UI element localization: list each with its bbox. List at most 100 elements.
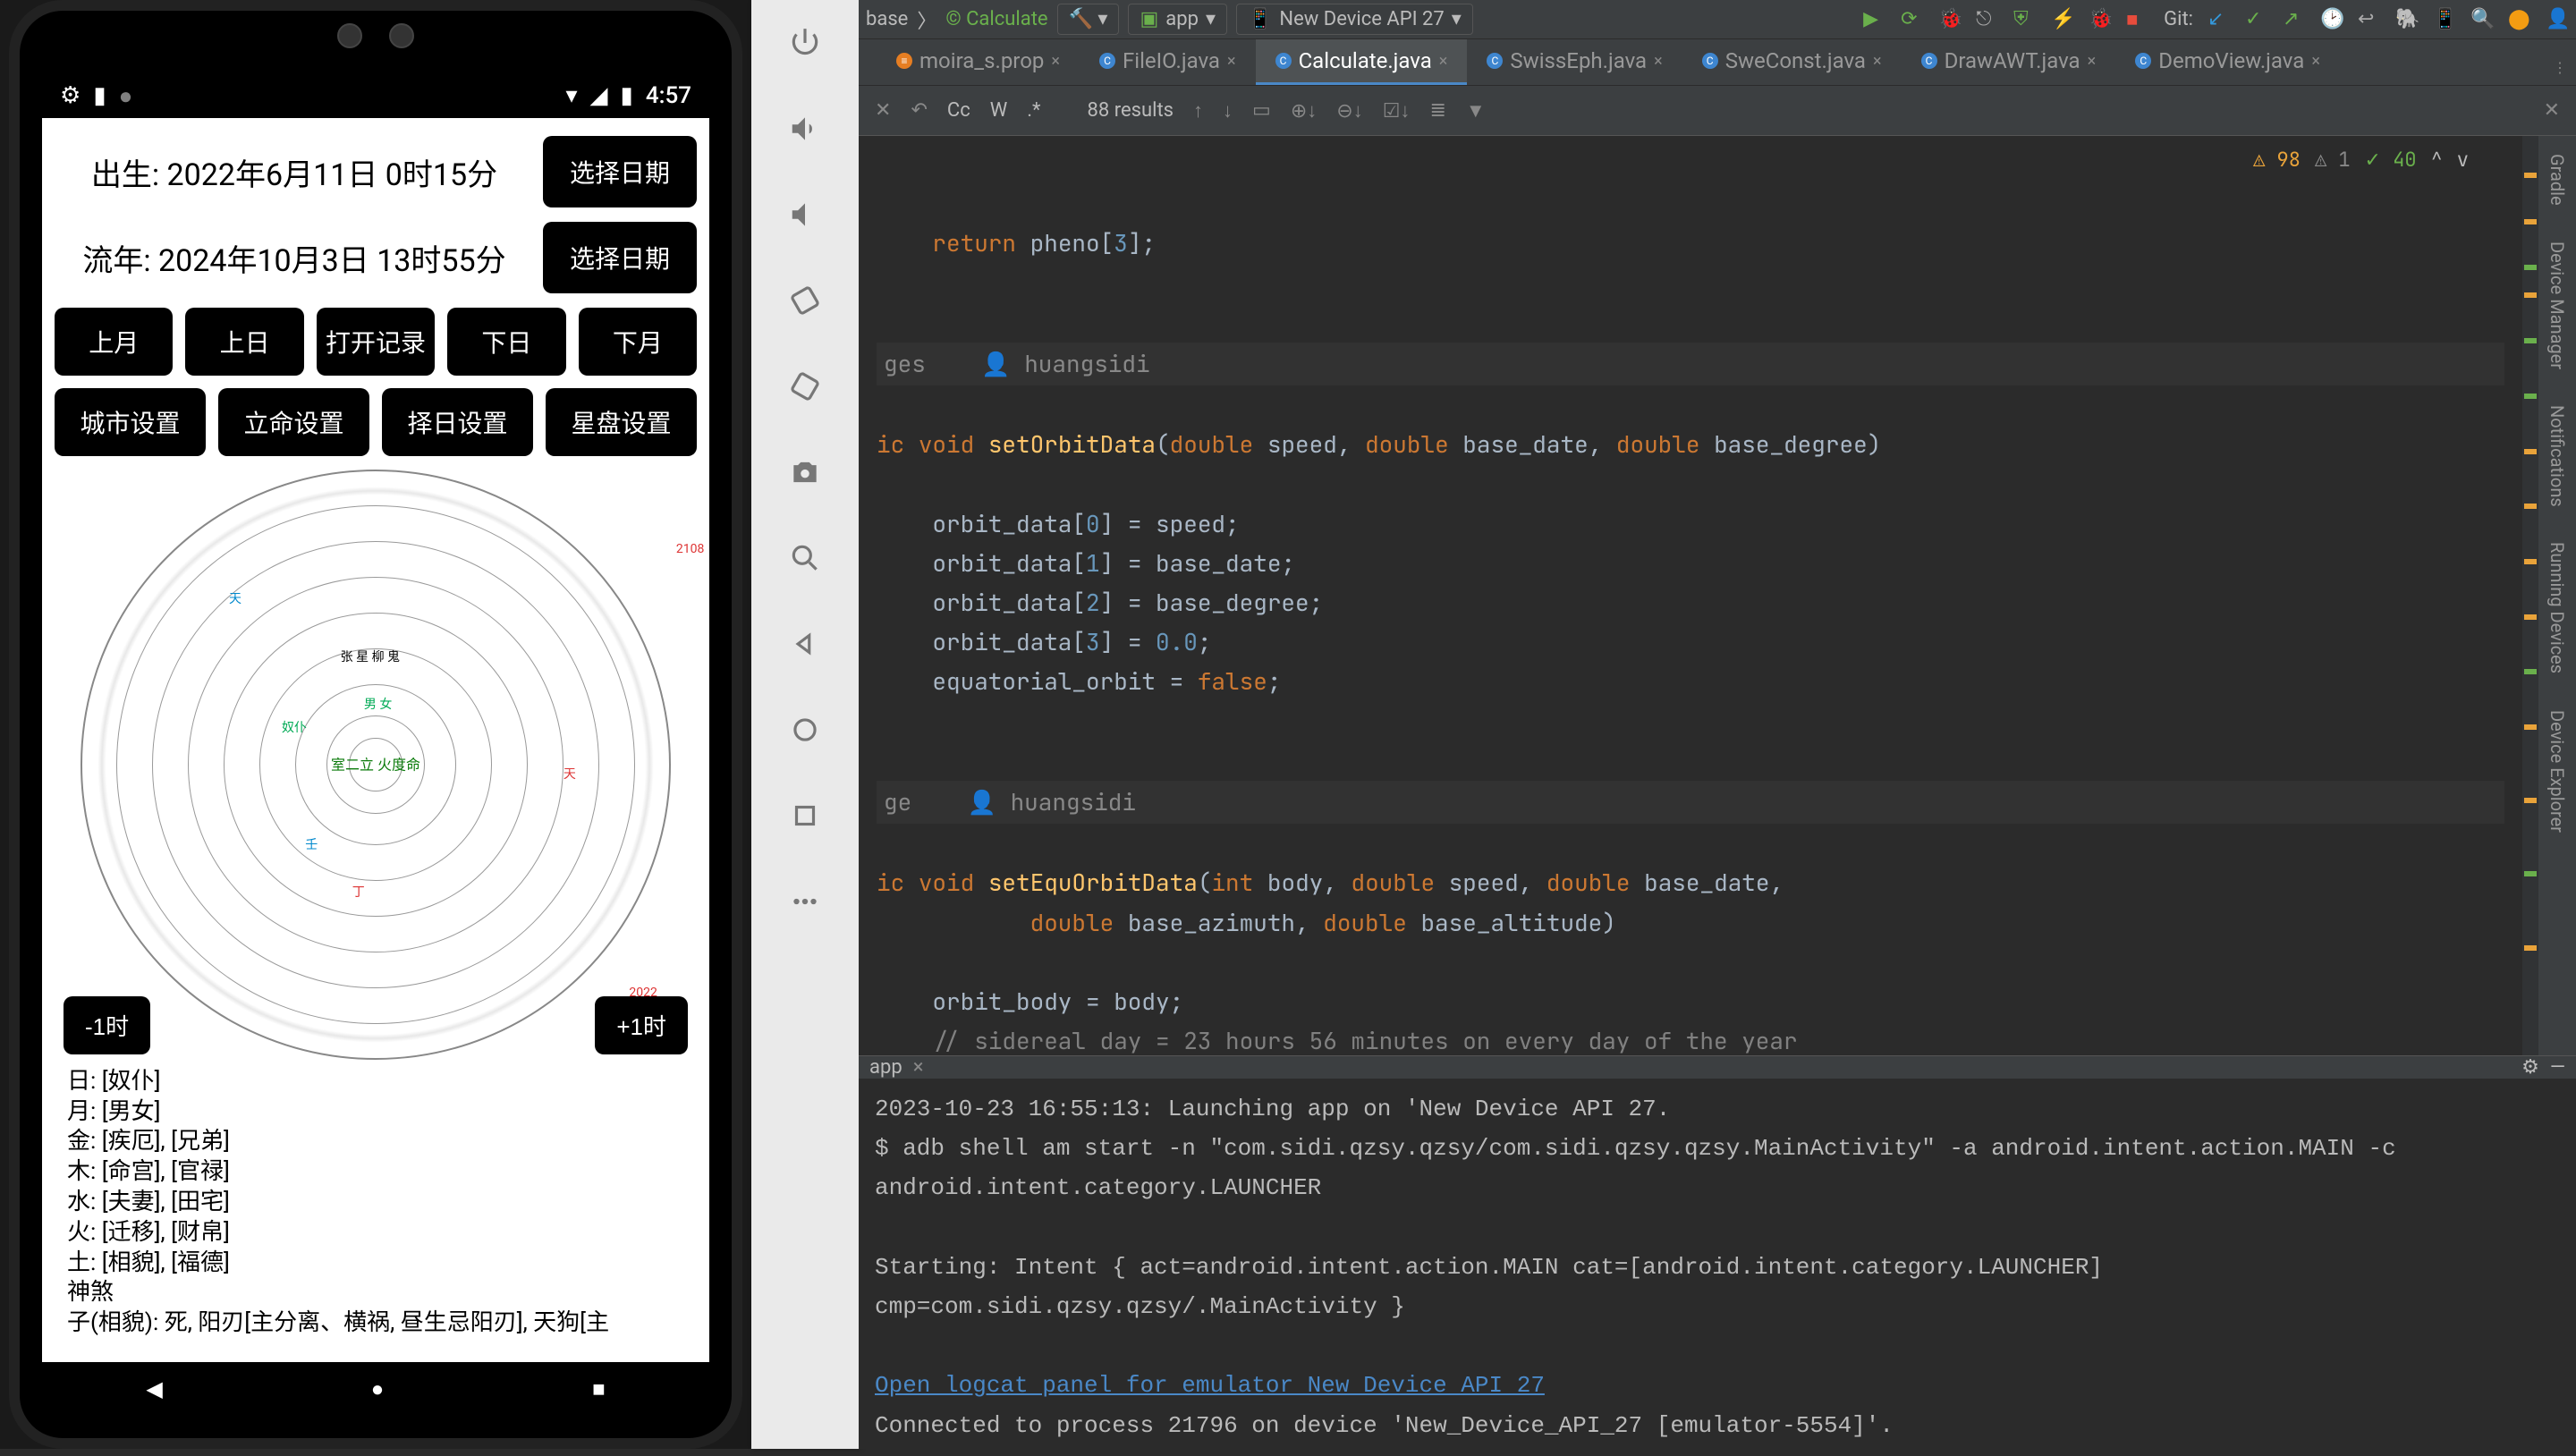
device-selector[interactable]: 📱 New Device API 27 ▾ [1236,4,1473,35]
filter-icon[interactable]: ≣ [1429,99,1445,122]
match-case-toggle[interactable]: Cc [947,99,970,122]
prev-day-button[interactable]: 上日 [185,308,303,376]
home-circle-icon[interactable] [787,712,823,748]
dot-icon: ● [119,82,133,110]
tab-drawawt[interactable]: CDrawAWT.java× [1902,39,2116,85]
attach-debugger-icon[interactable]: 🐞 [2089,8,2112,31]
rail-gradle[interactable]: Gradle [2546,154,2568,206]
funnel-icon[interactable]: ▼ [1466,99,1486,123]
volume-up-icon[interactable] [787,111,823,147]
close-icon[interactable]: × [1051,52,1060,71]
pick-day-settings-button[interactable]: 择日设置 [382,388,533,456]
gear-icon[interactable]: ⚙ [2521,1056,2539,1079]
git-update-icon[interactable]: ↙ [2207,8,2231,31]
close-icon[interactable]: × [1873,52,1882,71]
rail-running-devices[interactable]: Running Devices [2546,542,2568,673]
settings-icon[interactable]: ⬤ [2508,8,2531,31]
tab-swisseph[interactable]: CSwissEph.java× [1467,39,1682,85]
open-record-button[interactable]: 打开记录 [317,308,435,376]
sync-icon[interactable]: 🐘 [2395,8,2419,31]
prev-match-icon[interactable]: ↑ [1193,99,1203,123]
recents-icon[interactable]: ■ [592,1376,606,1402]
close-icon[interactable]: ✕ [2544,99,2560,122]
astro-chart[interactable]: 室二立 火度命 男 女 张 星 柳 鬼 奴仆 天 天 丁 壬 2022 2108… [55,469,697,1062]
overview-icon[interactable] [787,798,823,834]
chart-settings-button[interactable]: 星盘设置 [546,388,697,456]
close-icon[interactable]: × [2311,52,2320,71]
breadcrumb-calc[interactable]: © Calculate [945,8,1047,30]
run-config-selector[interactable]: ▣ app ▾ [1128,4,1227,35]
run-icon[interactable]: ▶ [1863,8,1886,31]
tab-demoview[interactable]: CDemoView.java× [2115,39,2340,85]
rotate-right-icon[interactable] [787,368,823,404]
attach-icon[interactable]: ⚡ [2051,8,2074,31]
tab-moira-prop[interactable]: ≡moira_s.prop× [877,39,1080,85]
volume-down-icon[interactable] [787,197,823,233]
back-icon[interactable]: ◀ [146,1376,162,1401]
chevron-down-icon[interactable]: v [2457,143,2469,176]
coverage-icon[interactable]: ⛨ [2013,8,2037,31]
words-toggle[interactable]: W [990,99,1008,122]
tab-overflow-icon[interactable]: ⋮ [2544,50,2576,85]
camera-icon [389,23,414,48]
close-icon[interactable]: × [913,1056,924,1079]
plus-hour-button[interactable]: +1时 [595,996,688,1054]
build-hammer[interactable]: 🔨 ▾ [1057,4,1120,35]
birth-date-label: 出生: 2022年6月11日 0时15分 [55,150,534,194]
close-icon[interactable]: × [1654,52,1663,71]
git-history-icon[interactable]: 🕑 [2320,8,2343,31]
close-icon[interactable]: × [1439,52,1448,71]
tab-sweconst[interactable]: CSweConst.java× [1682,39,1902,85]
console-output[interactable]: 2023-10-23 16:55:13: Launching app on 'N… [859,1079,2576,1456]
regex-toggle[interactable]: .* [1027,99,1040,122]
add-selection-icon[interactable]: ⊕↓ [1291,99,1317,123]
back-icon[interactable] [787,626,823,662]
breadcrumb[interactable]: base [866,8,908,30]
camera-icon[interactable] [787,454,823,490]
tab-fileio[interactable]: CFileIO.java× [1080,39,1256,85]
city-settings-button[interactable]: 城市设置 [55,388,206,456]
select-all-icon[interactable]: ▭ [1252,99,1271,122]
rotate-left-icon[interactable] [787,283,823,318]
diagnostics[interactable]: ⚠ 98 ⚠ 1 ✓ 40 ^ v [2253,143,2469,176]
debug-icon[interactable]: 🐞 [1938,8,1962,31]
stop-icon[interactable]: ■ [2126,8,2149,31]
more-icon[interactable] [787,884,823,919]
console-tab-app[interactable]: app [869,1056,902,1079]
close-icon[interactable]: × [2088,52,2097,71]
find-bar: ✕ ↶ Cc W .* 88 results ↑ ↓ ▭ ⊕↓ ⊖↓ ☑↓ ≣ … [859,86,2576,136]
pick-birth-date-button[interactable]: 选择日期 [543,136,697,207]
next-match-icon[interactable]: ↓ [1223,99,1233,123]
rail-device-manager[interactable]: Device Manager [2546,241,2568,369]
close-find-icon[interactable]: ✕ [875,99,891,122]
zoom-icon[interactable] [787,540,823,576]
remove-selection-icon[interactable]: ⊖↓ [1336,99,1362,123]
rail-notifications[interactable]: Notifications [2546,405,2568,507]
close-icon[interactable]: × [1227,52,1236,71]
rail-device-explorer[interactable]: Device Explorer [2546,710,2568,833]
home-icon[interactable]: ● [371,1376,385,1402]
next-month-button[interactable]: 下月 [579,308,697,376]
account-icon[interactable]: 👤 [2546,8,2569,31]
apply-changes-icon[interactable]: ⟳ [1901,8,1924,31]
next-day-button[interactable]: 下日 [447,308,565,376]
avd-icon[interactable]: 📱 [2433,8,2456,31]
prev-month-button[interactable]: 上月 [55,308,173,376]
git-commit-icon[interactable]: ✓ [2245,8,2268,31]
undo-icon[interactable]: ↶ [911,99,927,122]
chevron-up-icon[interactable]: ^ [2431,143,2443,176]
code-editor[interactable]: ⚠ 98 ⚠ 1 ✓ 40 ^ v return pheno[3]; ges 👤… [859,136,2522,1055]
multiselect-icon[interactable]: ☑↓ [1383,99,1411,123]
minimize-icon[interactable]: — [2550,1056,2565,1079]
tab-calculate[interactable]: CCalculate.java× [1256,39,1468,85]
profile-icon[interactable]: ⎋ [1976,8,1999,31]
pick-flow-date-button[interactable]: 选择日期 [543,222,697,293]
search-icon[interactable]: 🔍 [2470,8,2494,31]
git-push-icon[interactable]: ↗ [2283,8,2306,31]
logcat-link[interactable]: Open logcat panel for emulator New Devic… [875,1372,1545,1399]
git-rollback-icon[interactable]: ↩ [2358,8,2381,31]
minus-hour-button[interactable]: -1时 [64,996,150,1054]
life-settings-button[interactable]: 立命设置 [218,388,369,456]
power-icon[interactable] [787,25,823,61]
marker-strip[interactable] [2522,136,2538,1055]
